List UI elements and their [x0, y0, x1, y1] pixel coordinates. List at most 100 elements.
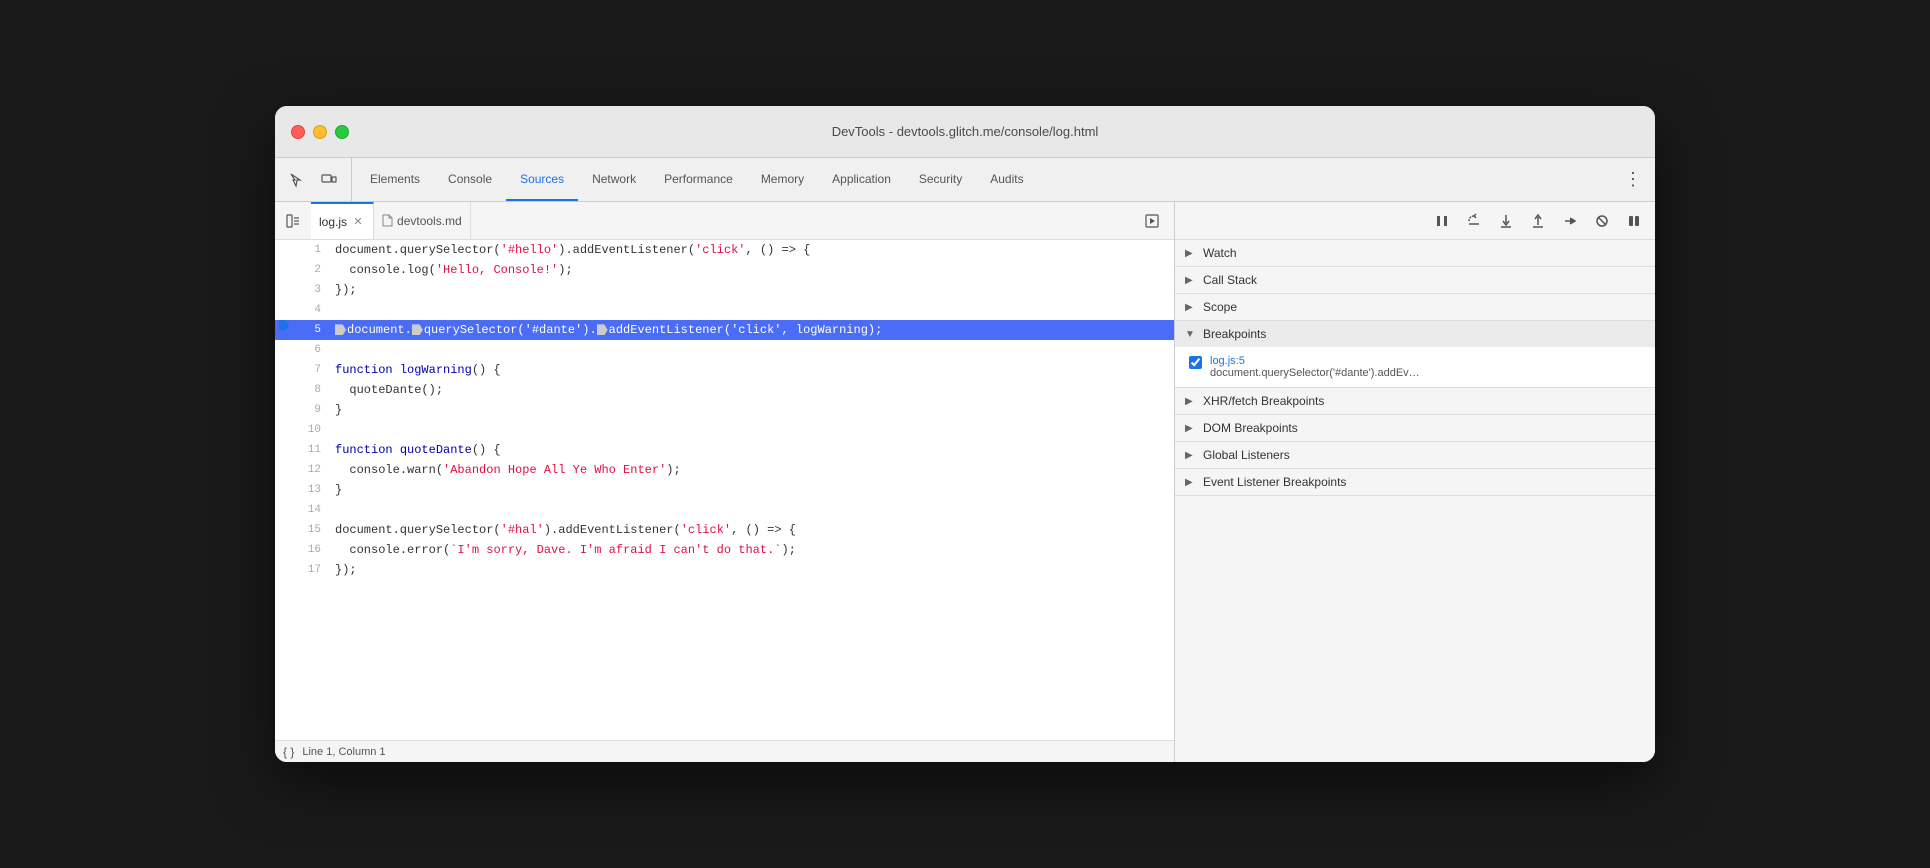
watch-label: Watch: [1203, 246, 1237, 260]
panel-event-header[interactable]: ▶ Event Listener Breakpoints: [1175, 469, 1655, 495]
file-tab-label-md: devtools.md: [397, 214, 462, 228]
run-snippet-icon[interactable]: [1138, 207, 1166, 235]
breakpoint-checkbox-1[interactable]: [1189, 356, 1202, 369]
code-line-4: 4: [275, 300, 1174, 320]
code-line-15: 15 document.querySelector('#hal').addEve…: [275, 520, 1174, 540]
panel-dom-header[interactable]: ▶ DOM Breakpoints: [1175, 415, 1655, 441]
breakpoints-chevron: ▼: [1185, 329, 1197, 340]
minimize-button[interactable]: [313, 125, 327, 139]
breakpoint-file: log.js:5: [1210, 355, 1420, 367]
xhr-chevron: ▶: [1185, 396, 1197, 407]
traffic-lights: [291, 125, 349, 139]
tab-audits[interactable]: Audits: [976, 158, 1037, 201]
code-line-17: 17 });: [275, 560, 1174, 580]
code-line-10: 10: [275, 420, 1174, 440]
panel-watch: ▶ Watch: [1175, 240, 1655, 267]
panel-global-header[interactable]: ▶ Global Listeners: [1175, 442, 1655, 468]
code-line-9: 9 }: [275, 400, 1174, 420]
tab-console[interactable]: Console: [434, 158, 506, 201]
scope-label: Scope: [1203, 300, 1237, 314]
breakpoint-code: document.querySelector('#dante').addEv…: [1210, 367, 1420, 379]
breakpoint-item-1: log.js:5 document.querySelector('#dante'…: [1175, 351, 1655, 383]
file-tabs-bar: log.js ✕ devtools.md: [275, 202, 1174, 240]
title-bar: DevTools - devtools.glitch.me/console/lo…: [275, 106, 1655, 158]
deactivate-breakpoints-btn[interactable]: [1589, 208, 1615, 234]
tabs-bar: Elements Console Sources Network Perform…: [275, 158, 1655, 202]
file-tab-logjs[interactable]: log.js ✕: [311, 202, 374, 239]
tab-network[interactable]: Network: [578, 158, 650, 201]
tab-icons: [283, 158, 352, 201]
step-btn[interactable]: [1557, 208, 1583, 234]
panel-xhr: ▶ XHR/fetch Breakpoints: [1175, 388, 1655, 415]
devtools-window: DevTools - devtools.glitch.me/console/lo…: [275, 106, 1655, 762]
tab-application[interactable]: Application: [818, 158, 905, 201]
code-editor[interactable]: 1 document.querySelector('#hello').addEv…: [275, 240, 1174, 740]
code-line-2: 2 console.log('Hello, Console!');: [275, 260, 1174, 280]
pause-on-exceptions-btn[interactable]: [1621, 208, 1647, 234]
tab-elements[interactable]: Elements: [356, 158, 434, 201]
main-content: log.js ✕ devtools.md: [275, 202, 1655, 762]
code-line-6: 6: [275, 340, 1174, 360]
global-chevron: ▶: [1185, 450, 1197, 461]
panel-callstack: ▶ Call Stack: [1175, 267, 1655, 294]
code-line-11: 11 function quoteDante() {: [275, 440, 1174, 460]
status-bar: { } Line 1, Column 1: [275, 740, 1174, 762]
event-chevron: ▶: [1185, 477, 1197, 488]
cursor-position: Line 1, Column 1: [302, 746, 385, 758]
step-into-btn[interactable]: [1493, 208, 1519, 234]
pause-resume-btn[interactable]: [1429, 208, 1455, 234]
breakpoint-info-1: log.js:5 document.querySelector('#dante'…: [1210, 355, 1420, 379]
panel-event: ▶ Event Listener Breakpoints: [1175, 469, 1655, 496]
panel-dom: ▶ DOM Breakpoints: [1175, 415, 1655, 442]
event-label: Event Listener Breakpoints: [1203, 475, 1346, 489]
panel-xhr-header[interactable]: ▶ XHR/fetch Breakpoints: [1175, 388, 1655, 414]
tabs-end: ⋮: [1619, 158, 1655, 201]
file-panel-toggle[interactable]: [279, 207, 307, 235]
more-tabs-button[interactable]: ⋮: [1619, 166, 1647, 194]
global-label: Global Listeners: [1203, 448, 1290, 462]
code-line-1: 1 document.querySelector('#hello').addEv…: [275, 240, 1174, 260]
panel-breakpoints-header[interactable]: ▼ Breakpoints: [1175, 321, 1655, 347]
tab-security[interactable]: Security: [905, 158, 976, 201]
panel-scope-header[interactable]: ▶ Scope: [1175, 294, 1655, 320]
breakpoints-content: log.js:5 document.querySelector('#dante'…: [1175, 347, 1655, 387]
file-tab-label: log.js: [319, 215, 347, 229]
tab-sources[interactable]: Sources: [506, 158, 578, 201]
panel-watch-header[interactable]: ▶ Watch: [1175, 240, 1655, 266]
debug-toolbar: [1175, 202, 1655, 240]
code-line-14: 14: [275, 500, 1174, 520]
device-toolbar-icon[interactable]: [315, 166, 343, 194]
close-button[interactable]: [291, 125, 305, 139]
window-title: DevTools - devtools.glitch.me/console/lo…: [832, 124, 1099, 139]
breakpoints-label: Breakpoints: [1203, 327, 1266, 341]
callstack-label: Call Stack: [1203, 273, 1257, 287]
panel-callstack-header[interactable]: ▶ Call Stack: [1175, 267, 1655, 293]
panel-global: ▶ Global Listeners: [1175, 442, 1655, 469]
callstack-chevron: ▶: [1185, 275, 1197, 286]
inspect-icon[interactable]: [283, 166, 311, 194]
tab-performance[interactable]: Performance: [650, 158, 747, 201]
panel-breakpoints: ▼ Breakpoints log.js:5 document.querySel…: [1175, 321, 1655, 388]
file-tab-devtoolsmd[interactable]: devtools.md: [374, 202, 471, 239]
step-out-btn[interactable]: [1525, 208, 1551, 234]
code-line-3: 3 });: [275, 280, 1174, 300]
pretty-print-icon[interactable]: { }: [283, 745, 294, 759]
tab-memory[interactable]: Memory: [747, 158, 818, 201]
dom-label: DOM Breakpoints: [1203, 421, 1298, 435]
code-line-16: 16 console.error(`I'm sorry, Dave. I'm a…: [275, 540, 1174, 560]
scope-chevron: ▶: [1185, 302, 1197, 313]
file-tab-close-logjs[interactable]: ✕: [351, 215, 365, 229]
panel-scope: ▶ Scope: [1175, 294, 1655, 321]
code-line-7: 7 function logWarning() {: [275, 360, 1174, 380]
code-line-12: 12 console.warn('Abandon Hope All Ye Who…: [275, 460, 1174, 480]
code-line-5: 5 document.querySelector('#dante').addEv…: [275, 320, 1174, 340]
code-line-13: 13 }: [275, 480, 1174, 500]
step-over-btn[interactable]: [1461, 208, 1487, 234]
panels-area: ▶ Watch ▶ Call Stack ▶ Scope: [1175, 240, 1655, 762]
code-line-8: 8 quoteDante();: [275, 380, 1174, 400]
file-tab-end: [1138, 207, 1174, 235]
maximize-button[interactable]: [335, 125, 349, 139]
left-panel: log.js ✕ devtools.md: [275, 202, 1175, 762]
dom-chevron: ▶: [1185, 423, 1197, 434]
xhr-label: XHR/fetch Breakpoints: [1203, 394, 1324, 408]
